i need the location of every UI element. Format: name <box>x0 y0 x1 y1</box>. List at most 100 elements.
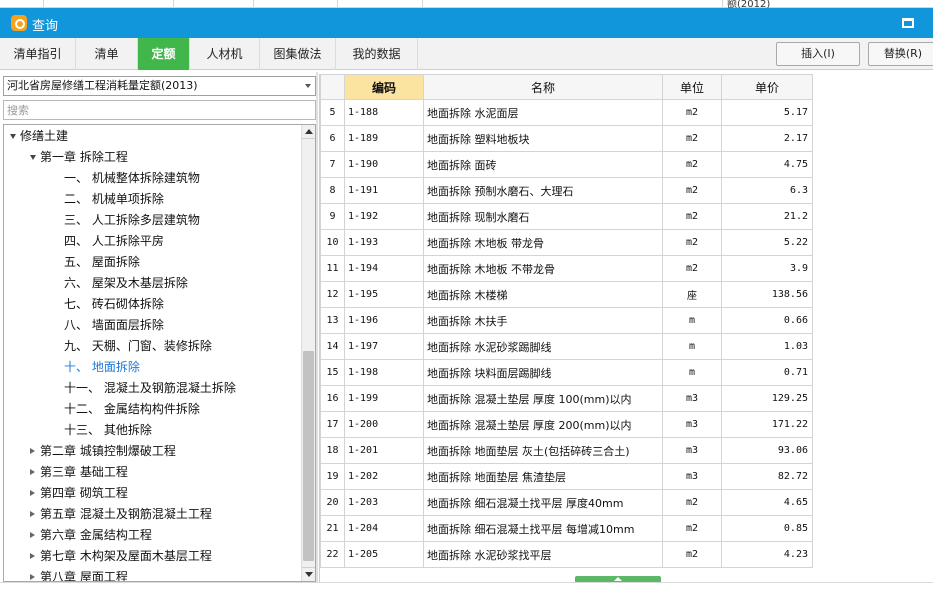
expand-arrow-icon[interactable] <box>30 553 35 559</box>
row-number-cell: 17 <box>320 411 345 438</box>
column-header-code[interactable]: 编码 <box>344 74 424 100</box>
row-number-cell: 16 <box>320 385 345 412</box>
app-icon <box>11 15 27 31</box>
tree-node-label: 七、 砖石砌体拆除 <box>64 297 164 311</box>
table-row[interactable]: 17 1-200 地面拆除 混凝土垫层 厚度 200(mm)以内 m3 171.22 <box>320 411 813 438</box>
tab-bill-guide[interactable]: 清单指引 <box>0 38 76 70</box>
table-row[interactable]: 11 1-194 地面拆除 木地板 不带龙骨 m2 3.9 <box>320 255 813 282</box>
table-row[interactable]: 8 1-191 地面拆除 预制水磨石、大理石 m2 6.3 <box>320 177 813 204</box>
tree-node-label: 八、 墙面面层拆除 <box>64 318 164 332</box>
window-title: 查询 <box>32 19 59 34</box>
table-row[interactable]: 14 1-197 地面拆除 水泥砂浆踢脚线 m 1.03 <box>320 333 813 360</box>
collapse-arrow-icon[interactable] <box>30 155 36 160</box>
code-cell: 1-198 <box>344 359 424 386</box>
row-number-cell: 20 <box>320 489 345 516</box>
table-row[interactable]: 15 1-198 地面拆除 块料面层踢脚线 m 0.71 <box>320 359 813 386</box>
table-row[interactable]: 5 1-188 地面拆除 水泥面层 m2 5.17 <box>320 99 813 126</box>
unit-cell: m2 <box>662 99 722 126</box>
tab-labor-material-machine[interactable]: 人材机 <box>190 38 260 70</box>
price-cell: 5.22 <box>721 229 813 256</box>
table-row[interactable]: 10 1-193 地面拆除 木地板 带龙骨 m2 5.22 <box>320 229 813 256</box>
tree-node-label: 第六章 金属结构工程 <box>40 528 152 542</box>
tree-node-label: 九、 天棚、门窗、装修拆除 <box>64 339 212 353</box>
unit-cell: m2 <box>662 151 722 178</box>
maximize-icon[interactable] <box>902 18 914 28</box>
tree-node-label: 第七章 木构架及屋面木基层工程 <box>40 549 212 563</box>
search-input[interactable] <box>3 100 316 120</box>
expand-arrow-icon[interactable] <box>30 511 35 517</box>
quota-book-select[interactable]: 河北省房屋修缮工程消耗量定额(2013) <box>3 76 316 96</box>
row-number-cell: 15 <box>320 359 345 386</box>
tab-atlas-method[interactable]: 图集做法 <box>260 38 336 70</box>
price-cell: 1.03 <box>721 333 813 360</box>
name-cell: 地面拆除 块料面层踢脚线 <box>423 359 663 386</box>
unit-cell: m2 <box>662 177 722 204</box>
title-bar[interactable]: 查询 <box>0 8 933 38</box>
unit-cell: m2 <box>662 515 722 542</box>
column-header-row-number[interactable] <box>320 74 345 100</box>
column-header-price[interactable]: 单价 <box>721 74 813 100</box>
table-row[interactable]: 19 1-202 地面拆除 地面垫层 焦渣垫层 m3 82.72 <box>320 463 813 490</box>
tab-quota[interactable]: 定额 <box>138 38 190 70</box>
unit-cell: m2 <box>662 229 722 256</box>
expand-arrow-icon[interactable] <box>30 448 35 454</box>
tab-bar: 清单指引 清单 定额 人材机 图集做法 我的数据 插入(I) 替换(R) <box>0 38 933 70</box>
scroll-up-icon[interactable] <box>302 125 315 139</box>
unit-cell: m3 <box>662 411 722 438</box>
code-cell: 1-196 <box>344 307 424 334</box>
expand-arrow-icon[interactable] <box>30 490 35 496</box>
collapse-arrow-icon[interactable] <box>10 134 16 139</box>
expand-arrow-icon[interactable] <box>30 469 35 475</box>
table-row[interactable]: 16 1-199 地面拆除 混凝土垫层 厚度 100(mm)以内 m3 129.25 <box>320 385 813 412</box>
name-cell: 地面拆除 地面垫层 灰土(包括碎砖三合土) <box>423 437 663 464</box>
column-header-name[interactable]: 名称 <box>423 74 663 100</box>
table-row[interactable]: 13 1-196 地面拆除 木扶手 m 0.66 <box>320 307 813 334</box>
code-cell: 1-205 <box>344 541 424 568</box>
chapter-tree[interactable]: 修缮土建 第一章 拆除工程 一、 机械整体拆除建筑物 二、 机械单项拆除 三、 人工拆除… <box>3 124 316 582</box>
unit-cell: m2 <box>662 203 722 230</box>
price-cell: 0.85 <box>721 515 813 542</box>
replace-button[interactable]: 替换(R) <box>868 42 933 66</box>
table-row[interactable]: 7 1-190 地面拆除 面砖 m2 4.75 <box>320 151 813 178</box>
tree-node-label: 第四章 砌筑工程 <box>40 486 128 500</box>
tab-my-data[interactable]: 我的数据 <box>336 38 418 70</box>
table-row[interactable]: 12 1-195 地面拆除 木楼梯座 138.56 <box>320 281 813 308</box>
scroll-down-icon[interactable] <box>302 567 315 581</box>
name-cell: 地面拆除 细石混凝土找平层 每增减10mm <box>423 515 663 542</box>
table-row[interactable]: 18 1-201 地面拆除 地面垫层 灰土(包括碎砖三合土) m3 93.06 <box>320 437 813 464</box>
tree-node-label: 十一、 混凝土及钢筋混凝土拆除 <box>64 381 236 395</box>
scroll-thumb[interactable] <box>303 351 314 561</box>
chevron-down-icon[interactable] <box>305 84 311 88</box>
tree-node-label: 第八章 屋面工程 <box>40 570 128 582</box>
table-row[interactable]: 9 1-192 地面拆除 现制水磨石 m2 21.2 <box>320 203 813 230</box>
insert-button[interactable]: 插入(I) <box>776 42 860 66</box>
row-number-cell: 22 <box>320 541 345 568</box>
price-cell: 4.23 <box>721 541 813 568</box>
row-number-cell: 21 <box>320 515 345 542</box>
tree-node-label: 第三章 基础工程 <box>40 465 128 479</box>
table-row[interactable]: 6 1-189 地面拆除 塑料地板块 m2 2.17 <box>320 125 813 152</box>
table-row[interactable]: 20 1-203 地面拆除 细石混凝土找平层 厚度40mm m2 4.65 <box>320 489 813 516</box>
column-header-unit[interactable]: 单位 <box>662 74 722 100</box>
unit-cell: m2 <box>662 541 722 568</box>
unit-cell: m2 <box>662 125 722 152</box>
price-cell: 93.06 <box>721 437 813 464</box>
tab-bill[interactable]: 清单 <box>76 38 138 70</box>
code-cell: 1-204 <box>344 515 424 542</box>
tree-scrollbar[interactable] <box>301 125 315 581</box>
row-number-cell: 18 <box>320 437 345 464</box>
price-cell: 138.56 <box>721 281 813 308</box>
row-number-cell: 19 <box>320 463 345 490</box>
tree-node-label: 十三、 其他拆除 <box>64 423 152 437</box>
tree-node-label: 六、 屋架及木基层拆除 <box>64 276 188 290</box>
table-row[interactable]: 21 1-204 地面拆除 细石混凝土找平层 每增减10mm m2 0.85 <box>320 515 813 542</box>
expand-arrow-icon[interactable] <box>30 532 35 538</box>
row-number-cell: 8 <box>320 177 345 204</box>
table-row[interactable]: 22 1-205 地面拆除 水泥砂浆找平层 m2 4.23 <box>320 541 813 568</box>
expand-arrow-icon[interactable] <box>30 574 35 580</box>
row-number-cell: 14 <box>320 333 345 360</box>
row-number-cell: 5 <box>320 99 345 126</box>
panel-splitter[interactable] <box>316 72 318 582</box>
row-number-cell: 7 <box>320 151 345 178</box>
name-cell: 地面拆除 木地板 不带龙骨 <box>423 255 663 282</box>
